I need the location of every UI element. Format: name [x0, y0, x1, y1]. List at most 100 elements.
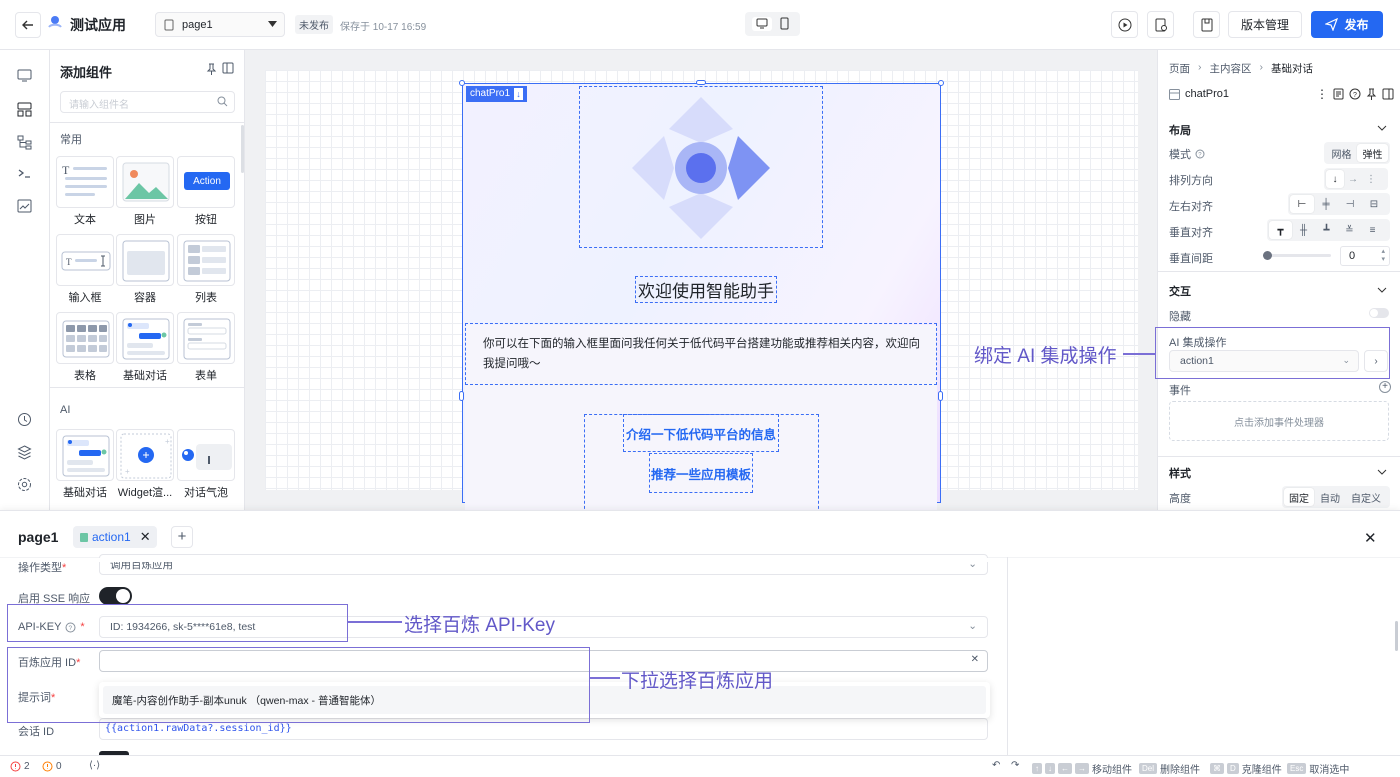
add-event-icon[interactable]: + [1379, 381, 1391, 393]
h-align-toggle[interactable]: ⊢ ╪ ⊣ ⊟ [1288, 193, 1390, 215]
warning-count[interactable]: 0 [42, 761, 62, 772]
more-icon[interactable]: ⋮ [1316, 88, 1328, 100]
component-ai-chat[interactable] [56, 429, 114, 481]
direction-toggle[interactable]: ↓ → ⋮ [1324, 168, 1388, 190]
layers-icon[interactable] [17, 445, 32, 460]
align-stretch-icon[interactable]: ⊟ [1362, 195, 1386, 213]
pin-icon[interactable] [206, 63, 217, 75]
chevron-down-icon[interactable] [1377, 125, 1387, 131]
stepper-icon[interactable]: ▴ ▾ [1381, 248, 1385, 264]
v-gap-input[interactable]: 0 ▴ ▾ [1340, 246, 1390, 266]
arrow-right-icon[interactable]: → [1344, 170, 1362, 188]
component-name[interactable]: chatPro1 [1185, 88, 1229, 100]
height-toggle[interactable]: 固定 自动 自定义 [1282, 486, 1390, 508]
hidden-toggle[interactable] [1369, 308, 1389, 318]
chevron-down-icon[interactable] [1377, 287, 1387, 293]
mode-flex-option[interactable]: 弹性 [1357, 144, 1388, 162]
suggestion-1[interactable]: 介绍一下低代码平台的信息 [623, 414, 779, 452]
height-auto-option[interactable]: 自动 [1314, 488, 1346, 506]
align-top-icon[interactable]: ┳ [1269, 221, 1292, 239]
resize-handle[interactable] [696, 80, 706, 85]
history-icon[interactable] [17, 412, 32, 427]
chevron-down-icon[interactable] [1377, 469, 1387, 475]
sse-toggle[interactable] [99, 587, 132, 605]
component-chat[interactable] [116, 312, 174, 364]
resize-handle[interactable] [938, 391, 943, 401]
components-icon[interactable] [17, 102, 32, 117]
space-around-icon[interactable]: ≡ [1361, 221, 1384, 239]
annotation-box-ai [1155, 327, 1390, 379]
panel-toggle-icon[interactable] [222, 62, 234, 74]
align-left-icon[interactable]: ⊢ [1290, 195, 1314, 213]
add-event-handler[interactable]: 点击添加事件处理器 [1169, 401, 1389, 441]
component-button[interactable]: Action [177, 156, 235, 208]
breadcrumb-item[interactable]: 主内容区 [1210, 61, 1252, 76]
publish-button[interactable]: 发布 [1311, 11, 1383, 38]
doc-icon[interactable] [1333, 88, 1344, 100]
breadcrumb-item[interactable]: 基础对话 [1271, 61, 1313, 76]
align-center-icon[interactable]: ╪ [1314, 195, 1338, 213]
mode-grid-option[interactable]: 网格 [1326, 144, 1357, 162]
v-align-toggle[interactable]: ┳ ╫ ┻ ≚ ≡ [1267, 219, 1390, 241]
close-tab-icon[interactable]: ✕ [140, 529, 151, 545]
slider-thumb[interactable] [1263, 251, 1272, 260]
align-right-icon[interactable]: ⊣ [1338, 195, 1362, 213]
check-button[interactable] [1147, 11, 1174, 38]
component-image[interactable] [116, 156, 174, 208]
page-select[interactable]: page1 [155, 12, 285, 37]
component-form[interactable] [177, 312, 235, 364]
clear-icon[interactable]: ✕ [971, 654, 979, 665]
code-icon[interactable]: ⟨·⟩ [89, 760, 100, 771]
align-middle-icon[interactable]: ╫ [1292, 221, 1315, 239]
add-tab-button[interactable]: + [171, 526, 193, 548]
error-count[interactable]: 2 [10, 761, 30, 772]
resize-handle[interactable] [459, 80, 465, 86]
action-tab[interactable]: action1 ✕ [73, 526, 157, 548]
component-bubble[interactable] [177, 429, 235, 481]
back-button[interactable] [15, 12, 41, 38]
height-custom-option[interactable]: 自定义 [1346, 488, 1386, 506]
component-list[interactable] [177, 234, 235, 286]
arrow-down-icon[interactable]: ↓ [514, 88, 524, 100]
component-label: 容器 [134, 292, 156, 304]
monitor-icon[interactable] [17, 69, 32, 82]
resize-handle[interactable] [459, 391, 464, 401]
save-button[interactable] [1193, 11, 1220, 38]
settings-icon[interactable] [17, 477, 32, 492]
undo-icon[interactable]: ↶ [992, 760, 1000, 771]
welcome-title[interactable]: 欢迎使用智能助手 [635, 276, 777, 303]
component-text[interactable]: T [56, 156, 114, 208]
component-search-input[interactable]: 请输入组件名 [60, 91, 235, 113]
desktop-icon[interactable] [752, 17, 772, 31]
mobile-icon[interactable] [778, 17, 790, 31]
mode-toggle[interactable]: 网格 弹性 [1324, 142, 1390, 164]
terminal-icon[interactable] [17, 167, 32, 180]
arrow-down-icon[interactable]: ↓ [1326, 170, 1344, 188]
align-bottom-icon[interactable]: ┻ [1315, 221, 1338, 239]
tree-icon[interactable] [17, 135, 32, 150]
space-between-icon[interactable]: ≚ [1338, 221, 1361, 239]
panel-toggle-icon[interactable] [1382, 88, 1394, 100]
wrap-icon[interactable]: ⋮ [1362, 170, 1380, 188]
resize-handle[interactable] [938, 80, 944, 86]
component-table[interactable] [56, 312, 114, 364]
close-panel-icon[interactable]: ✕ [1364, 529, 1377, 547]
component-widget[interactable]: + + [116, 429, 174, 481]
help-icon[interactable]: ? [1349, 88, 1361, 100]
height-fixed-option[interactable]: 固定 [1284, 488, 1314, 506]
chart-icon[interactable] [17, 199, 32, 213]
redo-icon[interactable]: ↷ [1011, 760, 1019, 771]
breadcrumb-item[interactable]: 页面 [1169, 61, 1190, 76]
component-input[interactable]: T [56, 234, 114, 286]
v-gap-slider[interactable] [1263, 251, 1331, 260]
version-button[interactable]: 版本管理 [1228, 11, 1302, 38]
chat-logo-box[interactable] [579, 86, 823, 248]
scrollbar[interactable] [1395, 621, 1398, 651]
component-container[interactable] [116, 234, 174, 286]
welcome-text[interactable]: 你可以在下面的输入框里面问我任何关于低代码平台搭建功能或推荐相关内容，欢迎向我提… [465, 323, 937, 385]
scrollbar[interactable] [241, 125, 244, 173]
key-icon: ↓ [1045, 763, 1055, 774]
preview-button[interactable] [1111, 11, 1138, 38]
pin-icon[interactable] [1366, 88, 1377, 100]
suggestion-2[interactable]: 推荐一些应用模板 [649, 453, 753, 493]
